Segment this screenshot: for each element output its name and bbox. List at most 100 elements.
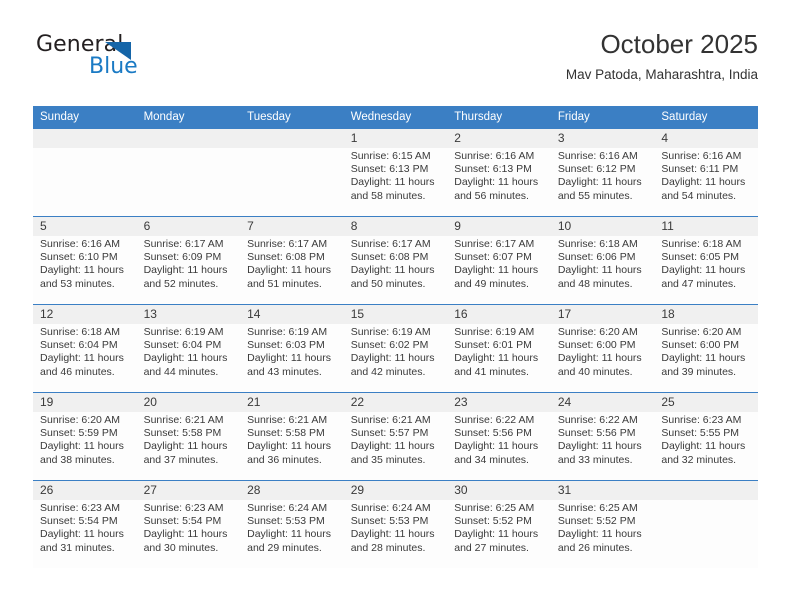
day-number-row: 5 6 7 8 9 10 11 [33,217,758,236]
daylight-text-cont: and 46 minutes. [40,365,115,378]
day-number[interactable]: 26 [33,481,137,500]
day-number-row: 12 13 14 15 16 17 18 [33,305,758,324]
day-number[interactable]: 23 [447,393,551,412]
daylight-text: Daylight: 11 hours [143,352,228,365]
sunrise-text: Sunrise: 6:16 AM [40,238,120,250]
daylight-text-cont: and 26 minutes. [557,541,633,554]
sunrise-text: Sunrise: 6:25 AM [454,502,535,514]
day-number[interactable]: 1 [343,129,448,148]
day-detail-row: Sunrise: 6:16 AM Sunset: 6:10 PM Daylight:… [33,236,758,304]
day-number[interactable]: 6 [136,217,241,236]
sunrise-text: Sunrise: 6:18 AM [40,326,120,338]
day-cell[interactable]: Sunrise: 6:19 AM Sunset: 6:01 PM Daylight:… [447,324,551,392]
day-cell[interactable]: Sunrise: 6:17 AM Sunset: 6:08 PM Daylight:… [343,236,448,304]
general-blue-logo[interactable]: General Blue [33,32,213,88]
day-number[interactable]: 12 [33,305,137,324]
day-number[interactable]: 13 [136,305,241,324]
sunrise-text: Sunrise: 6:18 AM [557,238,638,250]
day-number[interactable]: 27 [136,481,241,500]
daylight-text-cont: and 36 minutes. [247,453,322,466]
day-cell[interactable]: Sunrise: 6:21 AM Sunset: 5:58 PM Daylight:… [240,412,344,480]
day-number[interactable]: 25 [654,393,758,412]
day-number[interactable]: 11 [654,217,758,236]
daylight-text: Daylight: 11 hours [557,528,642,541]
day-number[interactable]: 9 [447,217,551,236]
day-cell[interactable]: Sunrise: 6:15 AM Sunset: 6:13 PM Daylight:… [343,148,448,216]
weekday-header-sunday: Sunday [33,106,137,129]
day-cell[interactable]: Sunrise: 6:16 AM Sunset: 6:11 PM Daylight:… [654,148,758,216]
day-cell[interactable]: Sunrise: 6:24 AM Sunset: 5:53 PM Daylight:… [240,500,344,568]
weekday-header-friday: Friday [550,106,655,129]
day-number[interactable]: 5 [33,217,137,236]
page-title: October 2025 [600,29,758,59]
sunrise-text: Sunrise: 6:22 AM [454,414,535,426]
daylight-text: Daylight: 11 hours [350,264,435,277]
daylight-text: Daylight: 11 hours [247,528,331,541]
day-number[interactable]: 24 [550,393,655,412]
day-number[interactable]: 4 [654,129,758,148]
day-number-row: 19 20 21 22 23 24 25 [33,393,758,412]
daylight-text: Daylight: 11 hours [143,528,228,541]
day-cell[interactable]: Sunrise: 6:19 AM Sunset: 6:02 PM Daylight:… [343,324,448,392]
sunrise-text: Sunrise: 6:19 AM [350,326,431,338]
day-number-row: 1234 [33,129,758,148]
day-number[interactable]: 15 [343,305,448,324]
day-cell[interactable]: Sunrise: 6:17 AM Sunset: 6:09 PM Daylight:… [136,236,241,304]
day-cell[interactable]: Sunrise: 6:23 AM Sunset: 5:54 PM Daylight:… [33,500,137,568]
daylight-text-cont: and 47 minutes. [661,277,737,290]
day-cell[interactable]: Sunrise: 6:20 AM Sunset: 6:00 PM Daylight:… [654,324,758,392]
sunset-text: Sunset: 6:10 PM [40,251,118,264]
daylight-text: Daylight: 11 hours [350,176,435,189]
day-number[interactable]: 31 [550,481,655,500]
day-cell[interactable]: Sunrise: 6:19 AM Sunset: 6:03 PM Daylight:… [240,324,344,392]
day-cell[interactable]: Sunrise: 6:17 AM Sunset: 6:07 PM Daylight:… [447,236,551,304]
day-cell[interactable]: Sunrise: 6:21 AM Sunset: 5:58 PM Daylight:… [136,412,241,480]
day-number[interactable]: 10 [550,217,655,236]
day-number[interactable]: 28 [240,481,344,500]
day-cell[interactable]: Sunrise: 6:16 AM Sunset: 6:12 PM Daylight:… [550,148,655,216]
day-number-empty [136,129,241,148]
day-number[interactable]: 7 [240,217,344,236]
day-cell-empty [654,500,758,568]
day-cell[interactable]: Sunrise: 6:25 AM Sunset: 5:52 PM Daylight:… [550,500,655,568]
day-cell[interactable]: Sunrise: 6:24 AM Sunset: 5:53 PM Daylight:… [343,500,448,568]
day-number[interactable]: 20 [136,393,241,412]
day-cell[interactable]: Sunrise: 6:18 AM Sunset: 6:05 PM Daylight:… [654,236,758,304]
daylight-text: Daylight: 11 hours [661,352,746,365]
day-cell[interactable]: Sunrise: 6:22 AM Sunset: 5:56 PM Daylight:… [447,412,551,480]
daylight-text-cont: and 55 minutes. [557,189,633,202]
day-number[interactable]: 18 [654,305,758,324]
day-cell[interactable]: Sunrise: 6:23 AM Sunset: 5:55 PM Daylight:… [654,412,758,480]
day-number[interactable]: 8 [343,217,448,236]
day-number[interactable]: 17 [550,305,655,324]
day-number[interactable]: 29 [343,481,448,500]
day-cell[interactable]: Sunrise: 6:20 AM Sunset: 5:59 PM Daylight:… [33,412,137,480]
daylight-text-cont: and 50 minutes. [350,277,426,290]
calendar-header-row: Sunday Monday Tuesday Wednesday Thursday… [33,106,758,129]
daylight-text-cont: and 38 minutes. [40,453,115,466]
day-cell[interactable]: Sunrise: 6:19 AM Sunset: 6:04 PM Daylight:… [136,324,241,392]
day-number[interactable]: 19 [33,393,137,412]
day-cell[interactable]: Sunrise: 6:18 AM Sunset: 6:04 PM Daylight:… [33,324,137,392]
day-number[interactable]: 22 [343,393,448,412]
sunset-text: Sunset: 6:09 PM [143,251,222,264]
day-cell-empty [136,148,241,216]
day-cell[interactable]: Sunrise: 6:16 AM Sunset: 6:13 PM Daylight:… [447,148,551,216]
day-number[interactable]: 2 [447,129,551,148]
day-cell[interactable]: Sunrise: 6:23 AM Sunset: 5:54 PM Daylight:… [136,500,241,568]
day-cell[interactable]: Sunrise: 6:17 AM Sunset: 6:08 PM Daylight:… [240,236,344,304]
day-cell[interactable]: Sunrise: 6:18 AM Sunset: 6:06 PM Daylight:… [550,236,655,304]
day-number[interactable]: 3 [550,129,655,148]
day-number[interactable]: 16 [447,305,551,324]
daylight-text: Daylight: 11 hours [454,264,539,277]
day-cell[interactable]: Sunrise: 6:21 AM Sunset: 5:57 PM Daylight:… [343,412,448,480]
day-cell[interactable]: Sunrise: 6:16 AM Sunset: 6:10 PM Daylight:… [33,236,137,304]
day-cell[interactable]: Sunrise: 6:25 AM Sunset: 5:52 PM Daylight:… [447,500,551,568]
daylight-text-cont: and 29 minutes. [247,541,322,554]
day-number[interactable]: 21 [240,393,344,412]
daylight-text: Daylight: 11 hours [661,440,746,453]
day-cell[interactable]: Sunrise: 6:20 AM Sunset: 6:00 PM Daylight:… [550,324,655,392]
day-cell[interactable]: Sunrise: 6:22 AM Sunset: 5:56 PM Daylight:… [550,412,655,480]
day-number[interactable]: 30 [447,481,551,500]
day-number[interactable]: 14 [240,305,344,324]
